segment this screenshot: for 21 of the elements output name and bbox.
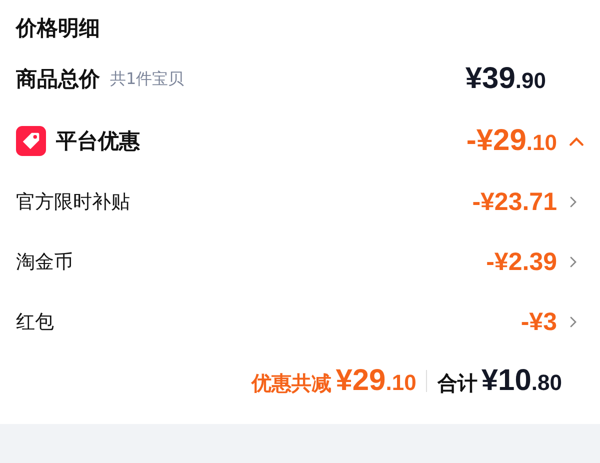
discount-amount: -¥29.10 xyxy=(466,124,557,158)
discount-amount: -¥3 xyxy=(520,308,557,336)
chevron-right-icon[interactable] xyxy=(569,196,578,208)
chevron-right-icon[interactable] xyxy=(569,256,578,268)
total-amount: ¥10.80 xyxy=(481,364,562,398)
discount-label: 官方限时补贴 xyxy=(16,190,130,215)
saved-amount: ¥29.10 xyxy=(336,364,416,398)
discount-label: 淘金币 xyxy=(16,250,73,275)
row-label: 商品总价 xyxy=(16,66,100,93)
collapse-icon[interactable] xyxy=(569,136,584,146)
summary-label: 优惠共减 xyxy=(252,370,332,397)
section-title: 价格明细 xyxy=(14,15,101,42)
discount-label: 红包 xyxy=(16,310,54,335)
total-price: ¥39.90 xyxy=(465,62,546,96)
discount-amount: -¥23.71 xyxy=(472,188,557,216)
item-count: 共1件宝贝 xyxy=(110,68,184,90)
summary-label: 合计 xyxy=(437,370,478,397)
tag-icon xyxy=(16,126,46,156)
row-label: 平台优惠 xyxy=(56,128,140,155)
chevron-right-icon[interactable] xyxy=(569,316,578,328)
discount-amount: -¥2.39 xyxy=(486,248,557,276)
